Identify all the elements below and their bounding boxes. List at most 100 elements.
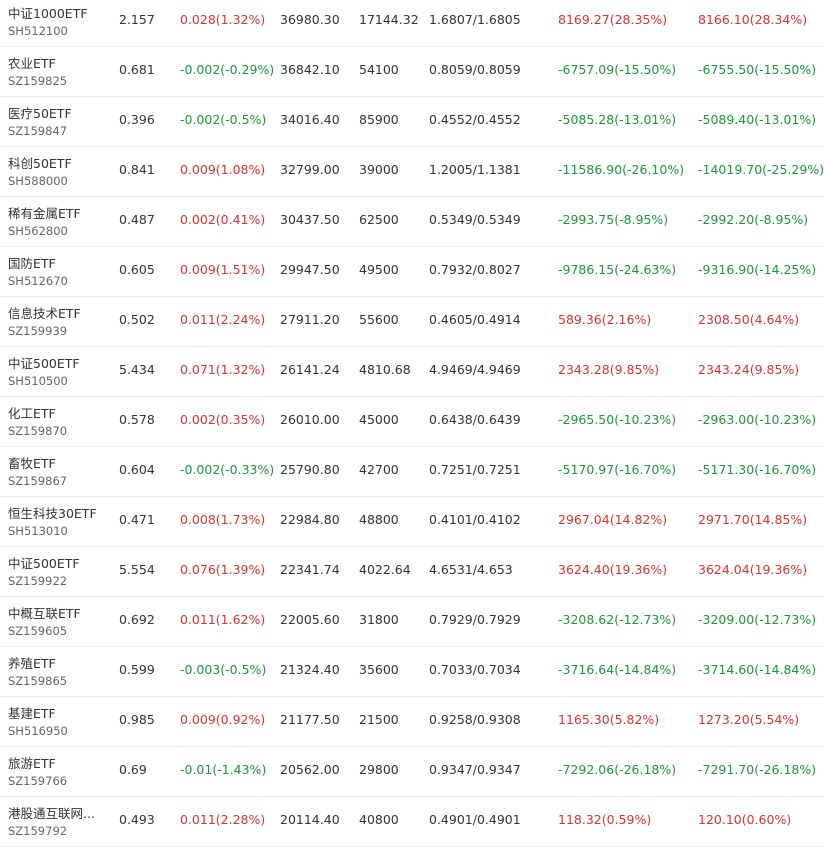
current-price: 5.554 (119, 562, 155, 577)
total-profit-loss: 1273.20(5.54%) (698, 712, 800, 727)
total-profit-loss: -2992.20(-8.95%) (698, 212, 809, 227)
price-change: 0.011(2.28%) (180, 812, 266, 827)
table-row[interactable]: 中证1000ETF SH512100 2.157 0.028(1.32%) 36… (0, 0, 824, 47)
total-profit-loss: 120.10(0.60%) (698, 812, 792, 827)
position-profit-loss: -3208.62(-12.73%) (558, 612, 677, 627)
position-profit-loss: -5085.28(-13.01%) (558, 112, 677, 127)
fund-name[interactable]: 稀有金属ETF (8, 203, 81, 222)
fund-code: SZ159792 (8, 824, 68, 838)
fund-name[interactable]: 中证500ETF (8, 553, 80, 572)
price-change: 0.009(0.92%) (180, 712, 266, 727)
fund-name[interactable]: 恒生科技30ETF (8, 503, 97, 522)
fund-name[interactable]: 信息技术ETF (8, 303, 81, 322)
position-profit-loss: -2993.75(-8.95%) (558, 212, 669, 227)
fund-name[interactable]: 医疗50ETF (8, 103, 72, 122)
holding-quantity: 39000 (359, 162, 399, 177)
market-value: 21177.50 (280, 712, 340, 727)
market-value: 36980.30 (280, 12, 340, 27)
total-profit-loss: 8166.10(28.34%) (698, 12, 808, 27)
total-profit-loss: 2343.24(9.85%) (698, 362, 800, 377)
fund-name[interactable]: 中证1000ETF (8, 3, 88, 22)
fund-name[interactable]: 基建ETF (8, 703, 56, 722)
current-price: 0.502 (119, 312, 155, 327)
table-row[interactable]: 中概互联ETF SZ159605 0.692 0.011(1.62%) 2200… (0, 597, 824, 647)
cost-price: 0.9258/0.9308 (429, 712, 521, 727)
table-row[interactable]: 国防ETF SH512670 0.605 0.009(1.51%) 29947.… (0, 247, 824, 297)
fund-name[interactable]: 畜牧ETF (8, 453, 56, 472)
holding-quantity: 4810.68 (359, 362, 411, 377)
current-price: 5.434 (119, 362, 155, 377)
table-row[interactable]: 畜牧ETF SZ159867 0.604 -0.002(-0.33%) 2579… (0, 447, 824, 497)
table-row[interactable]: 养殖ETF SZ159865 0.599 -0.003(-0.5%) 21324… (0, 647, 824, 697)
fund-name[interactable]: 化工ETF (8, 403, 56, 422)
market-value: 22005.60 (280, 612, 340, 627)
current-price: 2.157 (119, 12, 155, 27)
current-price: 0.599 (119, 662, 155, 677)
fund-name[interactable]: 养殖ETF (8, 653, 56, 672)
position-profit-loss: 118.32(0.59%) (558, 812, 652, 827)
position-profit-loss: 1165.30(5.82%) (558, 712, 660, 727)
market-value: 29947.50 (280, 262, 340, 277)
current-price: 0.604 (119, 462, 155, 477)
fund-code: SH512670 (8, 274, 68, 288)
cost-price: 0.7932/0.8027 (429, 262, 521, 277)
market-value: 32799.00 (280, 162, 340, 177)
holding-quantity: 35600 (359, 662, 399, 677)
position-profit-loss: -6757.09(-15.50%) (558, 62, 677, 77)
market-value: 26141.24 (280, 362, 340, 377)
fund-name[interactable]: 农业ETF (8, 53, 56, 72)
fund-code: SZ159865 (8, 674, 68, 688)
table-row[interactable]: 科创50ETF SH588000 0.841 0.009(1.08%) 3279… (0, 147, 824, 197)
price-change: -0.002(-0.33%) (180, 462, 275, 477)
fund-name[interactable]: 科创50ETF (8, 153, 72, 172)
cost-price: 0.8059/0.8059 (429, 62, 521, 77)
market-value: 25790.80 (280, 462, 340, 477)
fund-name[interactable]: 旅游ETF (8, 753, 56, 772)
price-change: -0.002(-0.29%) (180, 62, 275, 77)
fund-code: SZ159867 (8, 474, 68, 488)
total-profit-loss: -7291.70(-26.18%) (698, 762, 817, 777)
fund-name[interactable]: 港股通互联网... (8, 803, 95, 822)
cost-price: 0.7033/0.7034 (429, 662, 521, 677)
fund-code: SZ159939 (8, 324, 68, 338)
holding-quantity: 85900 (359, 112, 399, 127)
table-row[interactable]: 稀有金属ETF SH562800 0.487 0.002(0.41%) 3043… (0, 197, 824, 247)
total-profit-loss: -3714.60(-14.84%) (698, 662, 817, 677)
fund-name[interactable]: 中概互联ETF (8, 603, 81, 622)
current-price: 0.605 (119, 262, 155, 277)
cost-price: 4.9469/4.9469 (429, 362, 521, 377)
current-price: 0.985 (119, 712, 155, 727)
total-profit-loss: -5171.30(-16.70%) (698, 462, 817, 477)
current-price: 0.471 (119, 512, 155, 527)
total-profit-loss: 2971.70(14.85%) (698, 512, 808, 527)
position-profit-loss: 2967.04(14.82%) (558, 512, 668, 527)
market-value: 36842.10 (280, 62, 340, 77)
current-price: 0.692 (119, 612, 155, 627)
table-row[interactable]: 恒生科技30ETF SH513010 0.471 0.008(1.73%) 22… (0, 497, 824, 547)
cost-price: 0.4901/0.4901 (429, 812, 521, 827)
market-value: 27911.20 (280, 312, 340, 327)
table-row[interactable]: 信息技术ETF SZ159939 0.502 0.011(2.24%) 2791… (0, 297, 824, 347)
table-row[interactable]: 化工ETF SZ159870 0.578 0.002(0.35%) 26010.… (0, 397, 824, 447)
fund-code: SH512100 (8, 24, 68, 38)
table-row[interactable]: 中证500ETF SH510500 5.434 0.071(1.32%) 261… (0, 347, 824, 397)
table-row[interactable]: 港股通互联网... SZ159792 0.493 0.011(2.28%) 20… (0, 797, 824, 847)
etf-holdings-table: 中证1000ETF SH512100 2.157 0.028(1.32%) 36… (0, 0, 824, 847)
table-row[interactable]: 医疗50ETF SZ159847 0.396 -0.002(-0.5%) 340… (0, 97, 824, 147)
price-change: 0.028(1.32%) (180, 12, 266, 27)
position-profit-loss: 2343.28(9.85%) (558, 362, 660, 377)
price-change: 0.002(0.35%) (180, 412, 266, 427)
cost-price: 0.6438/0.6439 (429, 412, 521, 427)
fund-name[interactable]: 国防ETF (8, 253, 56, 272)
cost-price: 1.2005/1.1381 (429, 162, 521, 177)
market-value: 21324.40 (280, 662, 340, 677)
cost-price: 0.9347/0.9347 (429, 762, 521, 777)
position-profit-loss: -5170.97(-16.70%) (558, 462, 677, 477)
table-row[interactable]: 旅游ETF SZ159766 0.69 -0.01(-1.43%) 20562.… (0, 747, 824, 797)
current-price: 0.578 (119, 412, 155, 427)
table-row[interactable]: 中证500ETF SZ159922 5.554 0.076(1.39%) 223… (0, 547, 824, 597)
current-price: 0.841 (119, 162, 155, 177)
table-row[interactable]: 基建ETF SH516950 0.985 0.009(0.92%) 21177.… (0, 697, 824, 747)
fund-name[interactable]: 中证500ETF (8, 353, 80, 372)
table-row[interactable]: 农业ETF SZ159825 0.681 -0.002(-0.29%) 3684… (0, 47, 824, 97)
